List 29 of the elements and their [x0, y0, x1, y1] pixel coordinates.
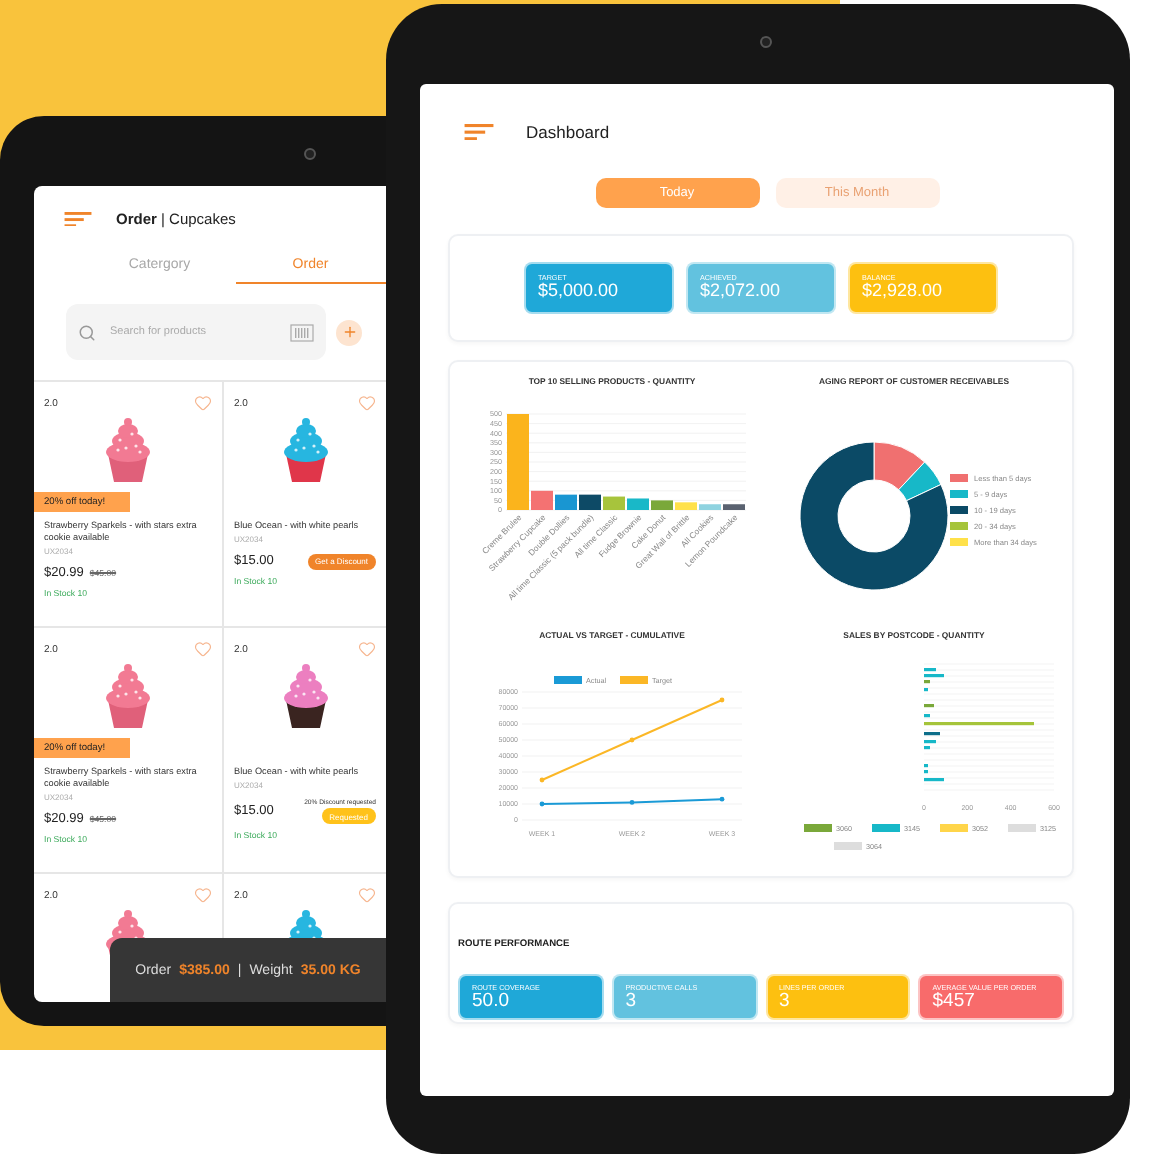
- data-point: [539, 777, 545, 783]
- add-button[interactable]: [336, 319, 362, 345]
- heart-icon[interactable]: [194, 394, 212, 412]
- menu-icon[interactable]: [464, 123, 494, 141]
- heart-icon[interactable]: [358, 640, 376, 658]
- screen-title: Dashboard: [526, 122, 610, 142]
- heart-icon[interactable]: [358, 886, 376, 904]
- data-point: [629, 800, 635, 805]
- stat-value: 3: [779, 991, 790, 1011]
- data-point: [539, 801, 545, 807]
- data-point: [719, 796, 725, 802]
- heart-icon[interactable]: [194, 640, 212, 658]
- data-point: [629, 737, 635, 743]
- stat-value: $457: [932, 991, 975, 1011]
- stat-value: $2,072.00: [700, 282, 783, 302]
- data-point: [719, 697, 725, 703]
- stat-value: 50.0: [472, 991, 509, 1011]
- stat-value: $5,000.00: [538, 282, 621, 302]
- camera-icon: [760, 36, 772, 48]
- heart-icon[interactable]: [194, 886, 212, 904]
- plus-icon: [341, 324, 357, 340]
- menu-icon[interactable]: [64, 211, 92, 227]
- camera-icon: [304, 148, 316, 160]
- stat-value: 3: [625, 991, 637, 1011]
- stat-value: $2,928.00: [862, 282, 945, 302]
- bar-chart-drawing: [924, 668, 1034, 782]
- barcode-icon[interactable]: [290, 323, 314, 341]
- search-icon: [78, 323, 96, 341]
- heart-icon[interactable]: [358, 394, 376, 412]
